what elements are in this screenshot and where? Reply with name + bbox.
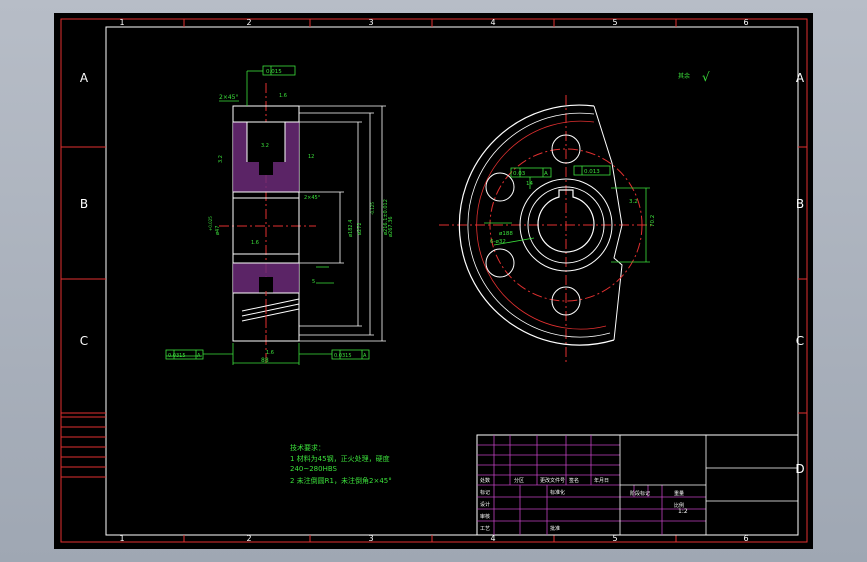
runout-right-label: 0.0315 bbox=[334, 353, 352, 359]
title-block: 处数 分区 更改文件号 签名 年月日 标记 设计 审核 工艺 标准化 批准 阶段… bbox=[476, 434, 799, 536]
dia-bore-tol-label: +0.025 bbox=[208, 216, 213, 231]
tb-header-2: 更改文件号 bbox=[540, 477, 565, 484]
col-number: 3 bbox=[368, 18, 373, 27]
tech-req-line1: 1 材料为45钢，正火处理，硬度 bbox=[290, 454, 390, 463]
tb-stage-label: 阶段标记 bbox=[630, 490, 650, 497]
dim-keyway-depth: 70.2 bbox=[650, 215, 656, 227]
tech-req-line2: 240~280HBS bbox=[290, 465, 338, 473]
row-letter: A bbox=[80, 71, 89, 85]
hub-width-label: 3.2 bbox=[261, 143, 269, 149]
dim-keyway-label: 14 bbox=[526, 181, 533, 187]
face-width-label: 88 bbox=[261, 357, 269, 364]
col-number: 1 bbox=[119, 18, 124, 27]
dim-hole: 6-ø32 bbox=[490, 239, 506, 245]
tech-req-heading: 技术要求： bbox=[290, 443, 325, 452]
runout-top-label: 0.015 bbox=[266, 69, 282, 75]
gear-face-view: 0.03 A 0.013 14 70.2 ø188 6-ø32 3.2 bbox=[439, 95, 656, 365]
dim-bolt-circle: ø188 bbox=[499, 231, 513, 237]
roughness-left-label: 3.2 bbox=[218, 155, 224, 163]
runout-left-datum: A bbox=[197, 353, 201, 359]
dia-bore-label: ø47 bbox=[215, 226, 221, 235]
col-number: 5 bbox=[612, 18, 617, 27]
roughness-note: 其余 √ bbox=[678, 70, 710, 84]
dia-hub-label: ø182.4 bbox=[348, 220, 354, 237]
tb-weight-label: 重量 bbox=[674, 490, 684, 497]
roughness-top-label: 1.6 bbox=[279, 93, 287, 99]
col-number: 2 bbox=[246, 534, 251, 543]
col-number: 6 bbox=[743, 18, 748, 27]
col-number: 3 bbox=[368, 534, 373, 543]
runout-left-label: 0.0315 bbox=[168, 353, 186, 359]
gear-section-view: 0.015 2×45° 1.6 3.2 12 3.2 2×45° ø47 +0.… bbox=[165, 65, 394, 365]
tb-standardization: 标准化 bbox=[550, 489, 565, 496]
tb-scale-value: 1:2 bbox=[678, 508, 688, 515]
roughness-keyway: 3.2 bbox=[629, 199, 638, 205]
tb-header-1: 分区 bbox=[514, 477, 524, 484]
column-numbers: 1 2 3 4 5 6 1 2 3 4 5 6 bbox=[119, 18, 748, 543]
tol-symmetry-datum: A bbox=[544, 171, 548, 177]
tb-row-2: 审核 bbox=[480, 513, 490, 520]
tech-requirements: 技术要求： 1 材料为45钢，正火处理，硬度 240~280HBS 2 未注倒圆… bbox=[290, 443, 392, 485]
cad-viewport[interactable]: 1 2 3 4 5 6 1 2 3 4 5 6 A B C A B C D 0.… bbox=[0, 0, 867, 562]
small-roughness-label: 1.6 bbox=[251, 240, 259, 246]
row-letter: B bbox=[796, 197, 804, 211]
roughness-note-label: 其余 bbox=[678, 72, 690, 80]
chamfer-mid-label: 2×45° bbox=[304, 195, 321, 201]
tol-symmetry-label: 0.03 bbox=[513, 171, 526, 177]
row-letter: C bbox=[796, 334, 804, 348]
dia-tip-tol-label: -0.125 bbox=[370, 202, 375, 215]
tech-req-line3: 2 未注倒圆R1，未注倒角2×45° bbox=[290, 476, 392, 485]
drawing-canvas[interactable]: 1 2 3 4 5 6 1 2 3 4 5 6 A B C A B C D 0.… bbox=[54, 13, 813, 549]
tb-row-0: 标记 bbox=[480, 489, 490, 496]
roughness-bottom-label: 1.6 bbox=[266, 350, 274, 356]
row-letters: A B C A B C D bbox=[80, 71, 805, 476]
roughness-right-label: 12 bbox=[308, 154, 314, 160]
width-small-label: 5 bbox=[312, 279, 315, 285]
runout-right-datum: A bbox=[363, 353, 367, 359]
col-number: 1 bbox=[119, 534, 124, 543]
dia-pitch-label: ø272 bbox=[357, 222, 363, 235]
roughness-note-symbol: √ bbox=[702, 70, 710, 84]
tb-header-0: 处数 bbox=[480, 477, 490, 484]
tb-row-1: 设计 bbox=[480, 501, 490, 508]
drawing-svg: 1 2 3 4 5 6 1 2 3 4 5 6 A B C A B C D 0.… bbox=[60, 18, 808, 543]
dia-tip-label: ø267.36 bbox=[388, 216, 394, 237]
row-letter: D bbox=[795, 462, 804, 476]
chamfer-top-label: 2×45° bbox=[219, 94, 238, 101]
row-letter: A bbox=[796, 71, 805, 85]
tb-approval: 批准 bbox=[550, 525, 560, 532]
tol-flatness-label: 0.013 bbox=[584, 169, 600, 175]
col-number: 2 bbox=[246, 18, 251, 27]
sheet-border bbox=[60, 18, 808, 543]
hatch-upper bbox=[233, 121, 299, 193]
tb-header-4: 年月日 bbox=[594, 477, 609, 484]
row-letter: C bbox=[80, 334, 88, 348]
hatch-lower bbox=[233, 262, 299, 294]
tb-header-3: 签名 bbox=[569, 477, 579, 484]
col-number: 4 bbox=[490, 18, 495, 27]
tb-row-3: 工艺 bbox=[480, 526, 490, 532]
row-letter: B bbox=[80, 197, 88, 211]
